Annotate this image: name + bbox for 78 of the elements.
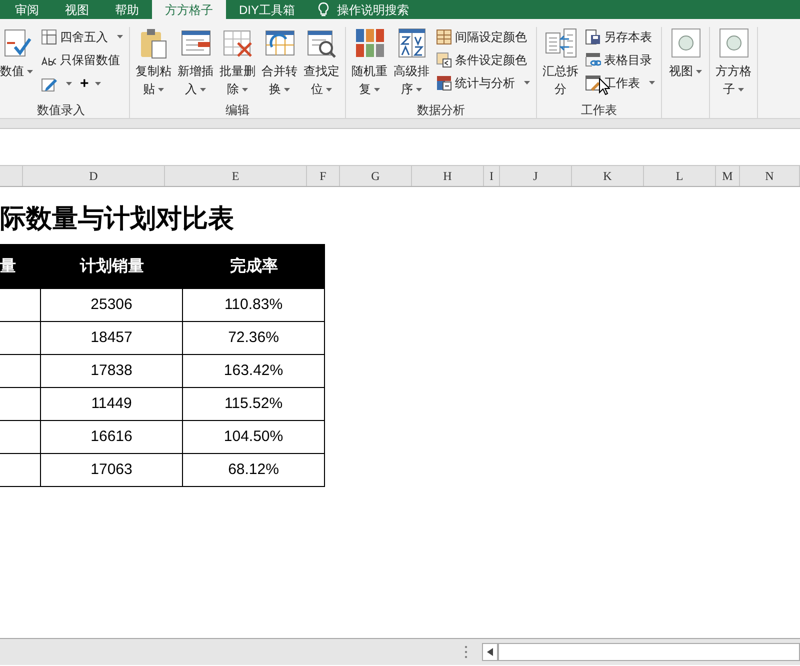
table-header-cell-text: 计划销量 — [78, 256, 145, 276]
search-label[interactable]: 操作说明搜索 — [337, 0, 410, 19]
link-icon — [585, 52, 601, 68]
column-header[interactable]: J — [500, 166, 572, 186]
percent-icon — [41, 28, 57, 44]
ribbon-tab[interactable]: 方方格子 — [152, 0, 226, 19]
left-arrow-icon — [487, 648, 493, 656]
pencil-icon — [41, 76, 57, 92]
table-cell: 163.42% — [183, 355, 325, 388]
scroll-left-button[interactable] — [482, 643, 498, 661]
split-handle-icon[interactable] — [465, 646, 467, 658]
table-cell — [0, 322, 41, 355]
conditional-color-icon — [436, 52, 452, 68]
lightbulb-icon — [318, 2, 330, 17]
column-header[interactable]: I — [484, 166, 500, 186]
table-cell: 17838 — [41, 355, 183, 388]
ribbon-small-button[interactable]: 统计与分析 — [436, 73, 530, 92]
ribbon-button[interactable]: 视图 — [666, 27, 705, 102]
table-cell: 17063 — [41, 454, 183, 487]
ribbon-small-button[interactable]: 只保留数值 — [41, 50, 123, 69]
table-cell: 25306 — [41, 289, 183, 322]
table-cell: 68.12% — [183, 454, 325, 487]
ribbon-button[interactable]: 汇总拆分 — [541, 27, 580, 101]
group-label: 编辑 — [224, 102, 250, 118]
ribbon-button[interactable]: 新增插入 — [176, 27, 215, 101]
stats-icon — [436, 74, 452, 90]
ribbon-button[interactable]: 查找定位 — [302, 27, 341, 101]
group-label: 数值录入 — [36, 102, 86, 118]
ribbon-small-button[interactable]: 表格目录 — [585, 50, 655, 69]
color-tiles-icon — [354, 27, 386, 59]
table-header-cell-text: 量 — [0, 256, 17, 276]
column-header[interactable]: K — [572, 166, 644, 186]
table-cell: 72.36% — [183, 322, 325, 355]
sort-icon — [396, 27, 428, 59]
save-icon — [585, 28, 601, 44]
group-label: 数据分析 — [416, 102, 466, 118]
ribbon-button[interactable]: 合并转换 — [260, 27, 299, 101]
table-cell — [0, 388, 41, 421]
table-cell — [0, 355, 41, 388]
ribbon-small-button[interactable]: 四舍五入 — [41, 27, 123, 46]
column-header[interactable]: M — [716, 166, 740, 186]
split-sheets-icon — [544, 27, 576, 59]
column-header[interactable]: D — [23, 166, 165, 186]
table-cell — [0, 421, 41, 454]
table-cell: 11449 — [41, 388, 183, 421]
sheet-title: 际数量与计划对比表 — [0, 202, 234, 235]
ribbon-tab[interactable]: 帮助 — [102, 0, 152, 19]
ribbon-tab[interactable]: 审阅 — [2, 0, 52, 19]
ribbon-button[interactable]: 高级排序 — [392, 27, 431, 101]
ribbon-button[interactable]: 方方格子 — [714, 27, 753, 102]
ribbon-button[interactable]: 数值 — [0, 27, 36, 101]
column-header[interactable]: L — [644, 166, 716, 186]
table-cell: 16616 — [41, 421, 183, 454]
table-header-cell-text: 完成率 — [229, 256, 279, 276]
column-header[interactable]: E — [165, 166, 307, 186]
table-cell: 115.52% — [183, 388, 325, 421]
group-label: 工作表 — [580, 102, 618, 118]
column-header[interactable]: N — [740, 166, 800, 186]
ribbon-small-button[interactable]: 另存本表 — [585, 27, 655, 46]
ribbon-small-button[interactable]: 间隔设定颜色 — [436, 27, 530, 46]
ribbon-button[interactable]: 随机重复 — [350, 27, 389, 101]
ribbon-small-button[interactable]: 条件设定颜色 — [436, 50, 530, 69]
table-cell: 104.50% — [183, 421, 325, 454]
horizontal-scrollbar[interactable] — [498, 643, 800, 661]
ribbon-tab[interactable]: DIY工具箱 — [226, 0, 308, 19]
table-cell: 110.83% — [183, 289, 325, 322]
ribbon-button[interactable]: 批量删除 — [218, 27, 257, 101]
caret-icon — [94, 82, 101, 86]
ribbon-tab[interactable]: 视图 — [52, 0, 102, 19]
ribbon-button[interactable]: 复制粘贴 — [134, 27, 173, 101]
column-header[interactable]: H — [412, 166, 484, 186]
sheet-icon — [585, 74, 601, 90]
column-header[interactable]: F — [307, 166, 340, 186]
column-header[interactable]: G — [340, 166, 412, 186]
grid-color-icon — [436, 28, 452, 44]
plus-label: + — [80, 74, 89, 94]
table-cell: 18457 — [41, 322, 183, 355]
table-cell — [0, 454, 41, 487]
